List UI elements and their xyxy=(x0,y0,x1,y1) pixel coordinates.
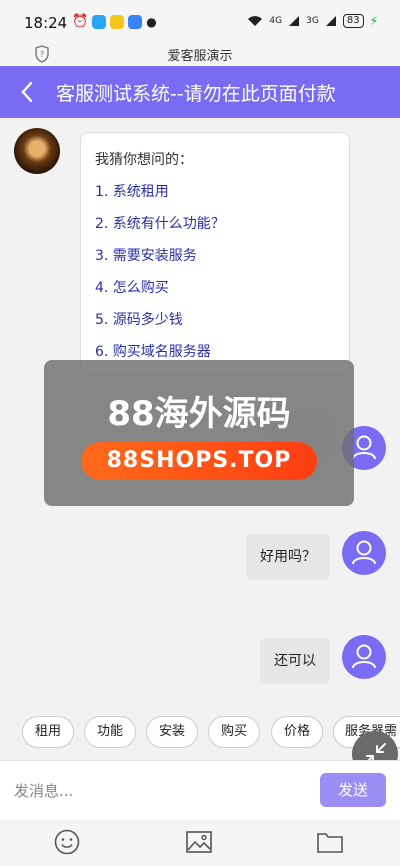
chevron-left-icon xyxy=(21,81,33,103)
wifi-icon xyxy=(248,16,263,26)
suggestion-item[interactable]: 3. 需要安装服务 xyxy=(95,247,335,279)
alarm-icon: ⏰ xyxy=(72,14,89,29)
suggestion-item[interactable]: 2. 系统有什么功能？ xyxy=(95,215,335,247)
agent-avatar xyxy=(14,128,60,174)
status-app-icons: ⏰ ● xyxy=(72,14,157,29)
navbar: 客服测试系统--请勿在此页面付款 xyxy=(0,66,400,118)
emoji-icon[interactable] xyxy=(53,828,81,856)
bot-message-bubble: 我猜你想问的： 1. 系统租用 2. 系统有什么功能？ 3. 需要安装服务 4.… xyxy=(80,132,350,374)
network-3g: 3G xyxy=(306,16,319,26)
quick-reply-chip[interactable]: 价格 xyxy=(271,716,323,748)
watermark-overlay: 88海外源码 88SHOPS.TOP xyxy=(44,360,354,506)
suggestion-item[interactable]: 5. 源码多少钱 xyxy=(95,311,335,343)
suggestion-item[interactable]: 4. 怎么购买 xyxy=(95,279,335,311)
charging-icon: ⚡ xyxy=(369,14,378,28)
user-icon xyxy=(352,644,376,669)
signal-icon-2 xyxy=(325,16,336,26)
quick-reply-chip[interactable]: 购买 xyxy=(208,716,260,748)
user-message-bubble: 好用吗？ xyxy=(246,534,330,580)
watermark-title: 88海外源码 xyxy=(107,394,291,434)
quick-reply-chip[interactable]: 租用 xyxy=(22,716,74,748)
watermark-url: 88SHOPS.TOP xyxy=(81,442,317,480)
send-button[interactable]: 发送 xyxy=(320,773,386,807)
suggestion-item[interactable]: 1. 系统租用 xyxy=(95,183,335,215)
status-bar: 18:24 ⏰ ● 4G 3G 83 ⚡ xyxy=(0,0,400,42)
user-avatar xyxy=(342,531,386,575)
status-right: 4G 3G 83 ⚡ xyxy=(247,14,378,28)
image-icon[interactable] xyxy=(185,828,213,856)
suggestion-title: 我猜你想问的： xyxy=(95,152,193,168)
back-button[interactable] xyxy=(12,76,42,108)
url-bar: ? 爱客服演示 xyxy=(0,42,400,66)
folder-icon[interactable] xyxy=(316,828,344,856)
battery-icon: 83 xyxy=(342,14,364,28)
page-title: 客服测试系统--请勿在此页面付款 xyxy=(56,83,336,105)
more-dot-icon: ● xyxy=(146,14,157,29)
user-icon xyxy=(352,540,376,565)
url-title: 爱客服演示 xyxy=(167,49,233,64)
input-bar: 发送 xyxy=(0,760,400,820)
network-4g: 4G xyxy=(269,16,283,26)
chat-app-icon xyxy=(128,14,143,29)
message-input[interactable] xyxy=(14,779,304,803)
quick-replies: 租用 功能 安装 购买 价格 服务器需 xyxy=(0,716,400,750)
signal-icon xyxy=(289,16,300,26)
user-avatar xyxy=(342,635,386,679)
user-message-bubble: 还可以 xyxy=(260,638,330,684)
quick-reply-chip[interactable]: 安装 xyxy=(146,716,198,748)
quick-reply-chip[interactable]: 功能 xyxy=(84,716,136,748)
message-app-icon xyxy=(110,14,125,29)
status-time: 18:24 xyxy=(24,14,68,32)
attachment-toolbar xyxy=(0,820,400,866)
qq-icon xyxy=(92,14,107,29)
